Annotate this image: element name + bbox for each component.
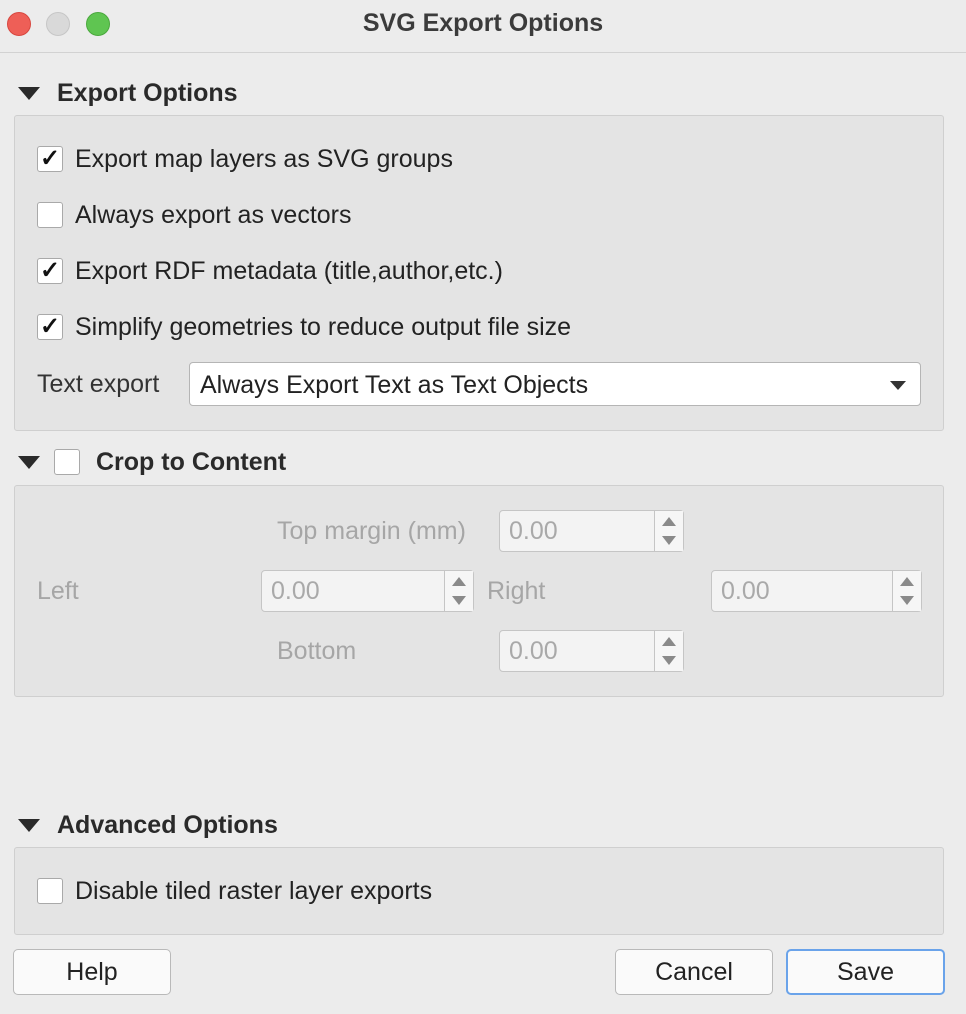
export-options-header[interactable]: Export Options xyxy=(16,77,238,109)
export-layers-as-groups-label: Export map layers as SVG groups xyxy=(75,144,453,173)
disable-tiled-raster-option[interactable]: Disable tiled raster layer exports xyxy=(37,876,432,906)
title-bar: SVG Export Options xyxy=(0,0,966,53)
arrow-up-icon[interactable] xyxy=(662,517,676,526)
collapse-arrow-icon[interactable] xyxy=(18,455,40,469)
export-rdf-metadata-checkbox[interactable]: ✓ xyxy=(37,258,63,284)
disable-tiled-raster-checkbox[interactable] xyxy=(37,878,63,904)
checkmark-icon: ✓ xyxy=(39,145,61,172)
bottom-margin-label: Bottom xyxy=(277,637,357,665)
arrow-up-icon[interactable] xyxy=(452,577,466,586)
export-options-group: ✓ Export map layers as SVG groups Always… xyxy=(14,115,944,431)
arrow-up-icon[interactable] xyxy=(900,577,914,586)
left-margin-spinbox[interactable]: 0.00 xyxy=(261,570,474,612)
arrow-down-icon[interactable] xyxy=(452,596,466,605)
always-export-vectors-label: Always export as vectors xyxy=(75,200,352,229)
text-export-value: Always Export Text as Text Objects xyxy=(200,371,589,399)
always-export-vectors-option[interactable]: Always export as vectors xyxy=(37,200,352,230)
advanced-options-group: Disable tiled raster layer exports xyxy=(14,847,944,935)
top-margin-spinbox[interactable]: 0.00 xyxy=(499,510,684,552)
export-options-title: Export Options xyxy=(57,78,238,107)
save-button[interactable]: Save xyxy=(786,949,945,995)
checkmark-icon: ✓ xyxy=(39,257,61,284)
right-margin-value: 0.00 xyxy=(721,577,770,605)
text-export-label: Text export xyxy=(37,370,160,398)
chevron-down-icon xyxy=(890,381,906,390)
simplify-geometries-option[interactable]: ✓ Simplify geometries to reduce output f… xyxy=(37,312,571,342)
crop-margins-group: Top margin (mm) 0.00 Left 0.00 Right 0.0… xyxy=(14,485,944,697)
checkmark-icon: ✓ xyxy=(39,313,61,340)
left-margin-stepper[interactable] xyxy=(444,571,473,611)
top-margin-label: Top margin (mm) xyxy=(277,517,466,545)
right-margin-label: Right xyxy=(487,577,546,605)
right-margin-spinbox[interactable]: 0.00 xyxy=(711,570,922,612)
cancel-button[interactable]: Cancel xyxy=(615,949,773,995)
help-button[interactable]: Help xyxy=(13,949,171,995)
export-rdf-metadata-option[interactable]: ✓ Export RDF metadata (title,author,etc.… xyxy=(37,256,503,286)
disable-tiled-raster-label: Disable tiled raster layer exports xyxy=(75,876,433,905)
bottom-margin-stepper[interactable] xyxy=(654,631,683,671)
top-margin-value: 0.00 xyxy=(509,517,558,545)
simplify-geometries-checkbox[interactable]: ✓ xyxy=(37,314,63,340)
arrow-down-icon[interactable] xyxy=(662,536,676,545)
crop-to-content-header[interactable]: Crop to Content xyxy=(16,446,286,478)
crop-to-content-title: Crop to Content xyxy=(96,447,287,476)
simplify-geometries-label: Simplify geometries to reduce output fil… xyxy=(75,312,572,341)
export-layers-as-groups-option[interactable]: ✓ Export map layers as SVG groups xyxy=(37,144,453,174)
top-margin-stepper[interactable] xyxy=(654,511,683,551)
collapse-arrow-icon[interactable] xyxy=(18,818,40,832)
window-title: SVG Export Options xyxy=(362,9,604,37)
bottom-margin-spinbox[interactable]: 0.00 xyxy=(499,630,684,672)
advanced-options-title: Advanced Options xyxy=(57,810,278,839)
advanced-options-header[interactable]: Advanced Options xyxy=(16,809,278,841)
export-layers-as-groups-checkbox[interactable]: ✓ xyxy=(37,146,63,172)
text-export-dropdown[interactable]: Always Export Text as Text Objects xyxy=(189,362,921,406)
left-margin-label: Left xyxy=(37,577,79,605)
export-rdf-metadata-label: Export RDF metadata (title,author,etc.) xyxy=(75,256,503,285)
arrow-up-icon[interactable] xyxy=(662,637,676,646)
arrow-down-icon[interactable] xyxy=(900,596,914,605)
bottom-margin-value: 0.00 xyxy=(509,637,558,665)
collapse-arrow-icon[interactable] xyxy=(18,86,40,100)
always-export-vectors-checkbox[interactable] xyxy=(37,202,63,228)
arrow-down-icon[interactable] xyxy=(662,656,676,665)
left-margin-value: 0.00 xyxy=(271,577,320,605)
crop-to-content-checkbox[interactable] xyxy=(54,449,80,475)
right-margin-stepper[interactable] xyxy=(892,571,921,611)
